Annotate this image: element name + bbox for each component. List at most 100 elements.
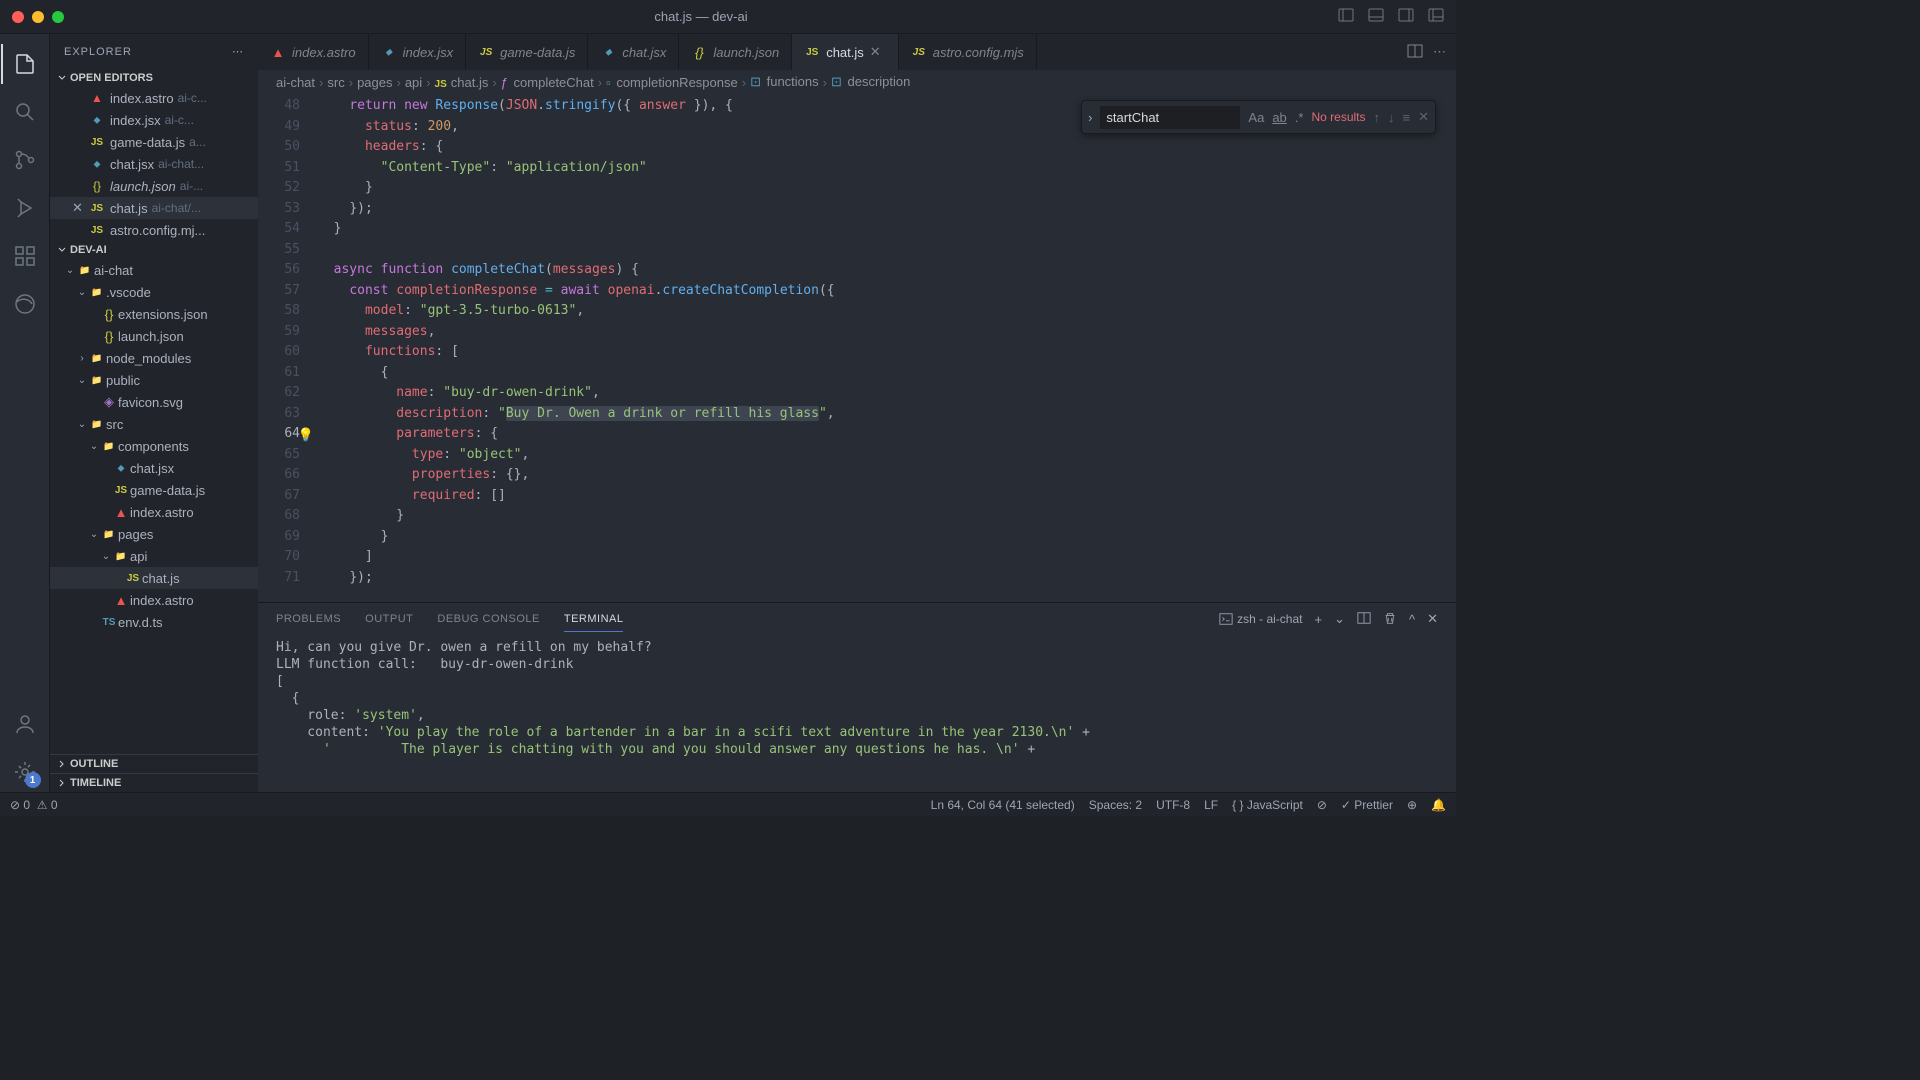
minimize-window-button[interactable]	[32, 11, 44, 23]
account-tab[interactable]	[1, 704, 49, 744]
panel-tab[interactable]: OUTPUT	[365, 607, 413, 631]
tree-item[interactable]: ⌄📁api	[50, 545, 258, 567]
tab-more-icon[interactable]: ⋯	[1433, 44, 1446, 60]
layout-right-icon[interactable]	[1398, 7, 1414, 26]
breadcrumb-item[interactable]: ƒ completeChat	[501, 75, 594, 90]
editor-tab[interactable]: ⬥chat.jsx	[588, 34, 679, 70]
tree-item[interactable]: ▲index.astro	[50, 501, 258, 523]
status-eslint-icon[interactable]: ⊘	[1317, 798, 1327, 812]
breadcrumb-item[interactable]: ⊡ description	[831, 74, 910, 90]
tree-item[interactable]: TSenv.d.ts	[50, 611, 258, 633]
breadcrumb-item[interactable]: ⊡ functions	[750, 74, 819, 90]
status-encoding[interactable]: UTF-8	[1156, 798, 1190, 812]
tree-item[interactable]: ⌄📁public	[50, 369, 258, 391]
match-case-icon[interactable]: Aa	[1248, 110, 1264, 125]
tree-item[interactable]: {}launch.json	[50, 325, 258, 347]
find-close-icon[interactable]: ✕	[1418, 109, 1429, 125]
panel-maximize-icon[interactable]: ^	[1409, 612, 1415, 627]
open-editor-item[interactable]: ⬥index.jsxai-c...	[50, 109, 258, 131]
sidebar: EXPLORER ⋯ OPEN EDITORS ▲index.astroai-c…	[50, 34, 258, 792]
tree-item[interactable]: ⌄📁.vscode	[50, 281, 258, 303]
open-editors-section[interactable]: OPEN EDITORS	[50, 69, 258, 87]
tree-item[interactable]: ▲index.astro	[50, 589, 258, 611]
status-language[interactable]: { } JavaScript	[1232, 798, 1303, 812]
kill-terminal-icon[interactable]	[1383, 611, 1397, 628]
editor-tab[interactable]: JSastro.config.mjs	[899, 34, 1037, 70]
open-editor-item[interactable]: ▲index.astroai-c...	[50, 87, 258, 109]
breadcrumb[interactable]: ai-chat›src›pages›api›JSchat.js›ƒ comple…	[258, 70, 1456, 94]
tree-item[interactable]: ⌄📁ai-chat	[50, 259, 258, 281]
terminal-output[interactable]: Hi, can you give Dr. owen a refill on my…	[258, 635, 1456, 792]
project-section[interactable]: DEV-AI	[50, 241, 258, 259]
terminal-selector[interactable]: zsh - ai-chat	[1219, 612, 1302, 626]
open-editor-item[interactable]: ⬥chat.jsxai-chat...	[50, 153, 258, 175]
status-eol[interactable]: LF	[1204, 798, 1218, 812]
layout-bottom-icon[interactable]	[1368, 7, 1384, 26]
status-feedback-icon[interactable]: ⊕	[1407, 798, 1417, 812]
breadcrumb-item[interactable]: ▫ completionResponse	[606, 75, 738, 90]
edge-tab[interactable]	[1, 284, 49, 324]
editor-tab[interactable]: ⬥index.jsx	[369, 34, 467, 70]
editor-tab[interactable]: JSchat.js✕	[792, 34, 899, 70]
panel-tab[interactable]: DEBUG CONSOLE	[437, 607, 539, 631]
timeline-section[interactable]: TIMELINE	[50, 773, 258, 792]
editor-tab[interactable]: {}launch.json	[679, 34, 792, 70]
editor-tab[interactable]: ▲index.astro	[258, 34, 369, 70]
status-spaces[interactable]: Spaces: 2	[1089, 798, 1142, 812]
find-input[interactable]	[1100, 106, 1240, 129]
tree-item[interactable]: ›📁node_modules	[50, 347, 258, 369]
split-editor-icon[interactable]	[1407, 43, 1423, 62]
panel-close-icon[interactable]: ✕	[1427, 611, 1438, 627]
outline-section[interactable]: OUTLINE	[50, 754, 258, 773]
search-tab[interactable]	[1, 92, 49, 132]
find-filter-icon[interactable]: ≡	[1403, 110, 1411, 125]
tree-item[interactable]: {}extensions.json	[50, 303, 258, 325]
status-position[interactable]: Ln 64, Col 64 (41 selected)	[931, 798, 1075, 812]
terminal-dropdown-icon[interactable]: ⌄	[1334, 611, 1345, 627]
regex-icon[interactable]: .*	[1295, 110, 1304, 125]
tree-item[interactable]: ◈favicon.svg	[50, 391, 258, 413]
tree-item[interactable]: ⌄📁pages	[50, 523, 258, 545]
tree-item[interactable]: ⌄📁src	[50, 413, 258, 435]
layout-left-icon[interactable]	[1338, 7, 1354, 26]
status-bell-icon[interactable]: 🔔	[1431, 798, 1446, 812]
tree-item[interactable]: ⬥chat.jsx	[50, 457, 258, 479]
breadcrumb-item[interactable]: ai-chat	[276, 75, 315, 90]
breadcrumb-item[interactable]: src	[327, 75, 344, 90]
status-prettier[interactable]: ✓ Prettier	[1341, 798, 1393, 812]
source-control-tab[interactable]	[1, 140, 49, 180]
close-editor-icon[interactable]: ✕	[72, 200, 88, 216]
sidebar-more-icon[interactable]: ⋯	[232, 45, 244, 58]
close-window-button[interactable]	[12, 11, 24, 23]
open-editor-item[interactable]: {}launch.jsonai-...	[50, 175, 258, 197]
tree-item[interactable]: JSchat.js	[50, 567, 258, 589]
settings-tab[interactable]: 1	[1, 752, 49, 792]
explorer-tab[interactable]	[1, 44, 49, 84]
find-expand-icon[interactable]: ›	[1088, 110, 1092, 125]
extensions-tab[interactable]	[1, 236, 49, 276]
find-results: No results	[1311, 110, 1365, 124]
code-editor[interactable]: 4849505152535455565758596061626364💡65666…	[258, 94, 1456, 602]
maximize-window-button[interactable]	[52, 11, 64, 23]
debug-tab[interactable]	[1, 188, 49, 228]
open-editor-item[interactable]: JSgame-data.jsa...	[50, 131, 258, 153]
customize-layout-icon[interactable]	[1428, 7, 1444, 26]
close-tab-icon[interactable]: ✕	[870, 44, 886, 60]
tree-item[interactable]: JSgame-data.js	[50, 479, 258, 501]
split-terminal-icon[interactable]	[1357, 611, 1371, 628]
open-editor-item[interactable]: ✕JSchat.jsai-chat/...	[50, 197, 258, 219]
panel-tab[interactable]: PROBLEMS	[276, 607, 341, 631]
breadcrumb-item[interactable]: pages	[357, 75, 392, 90]
status-errors[interactable]: ⊘ 0 ⚠ 0	[10, 798, 58, 812]
panel-tab[interactable]: TERMINAL	[564, 607, 624, 632]
find-next-icon[interactable]: ↓	[1388, 110, 1395, 125]
breadcrumb-item[interactable]: JSchat.js	[435, 75, 489, 90]
breadcrumb-item[interactable]: api	[405, 75, 422, 90]
find-prev-icon[interactable]: ↑	[1374, 110, 1381, 125]
tree-item[interactable]: ⌄📁components	[50, 435, 258, 457]
activity-bar: 1	[0, 34, 50, 792]
new-terminal-icon[interactable]: +	[1314, 612, 1322, 627]
editor-tab[interactable]: JSgame-data.js	[466, 34, 588, 70]
open-editor-item[interactable]: JSastro.config.mj...	[50, 219, 258, 241]
match-word-icon[interactable]: ab	[1272, 110, 1286, 125]
